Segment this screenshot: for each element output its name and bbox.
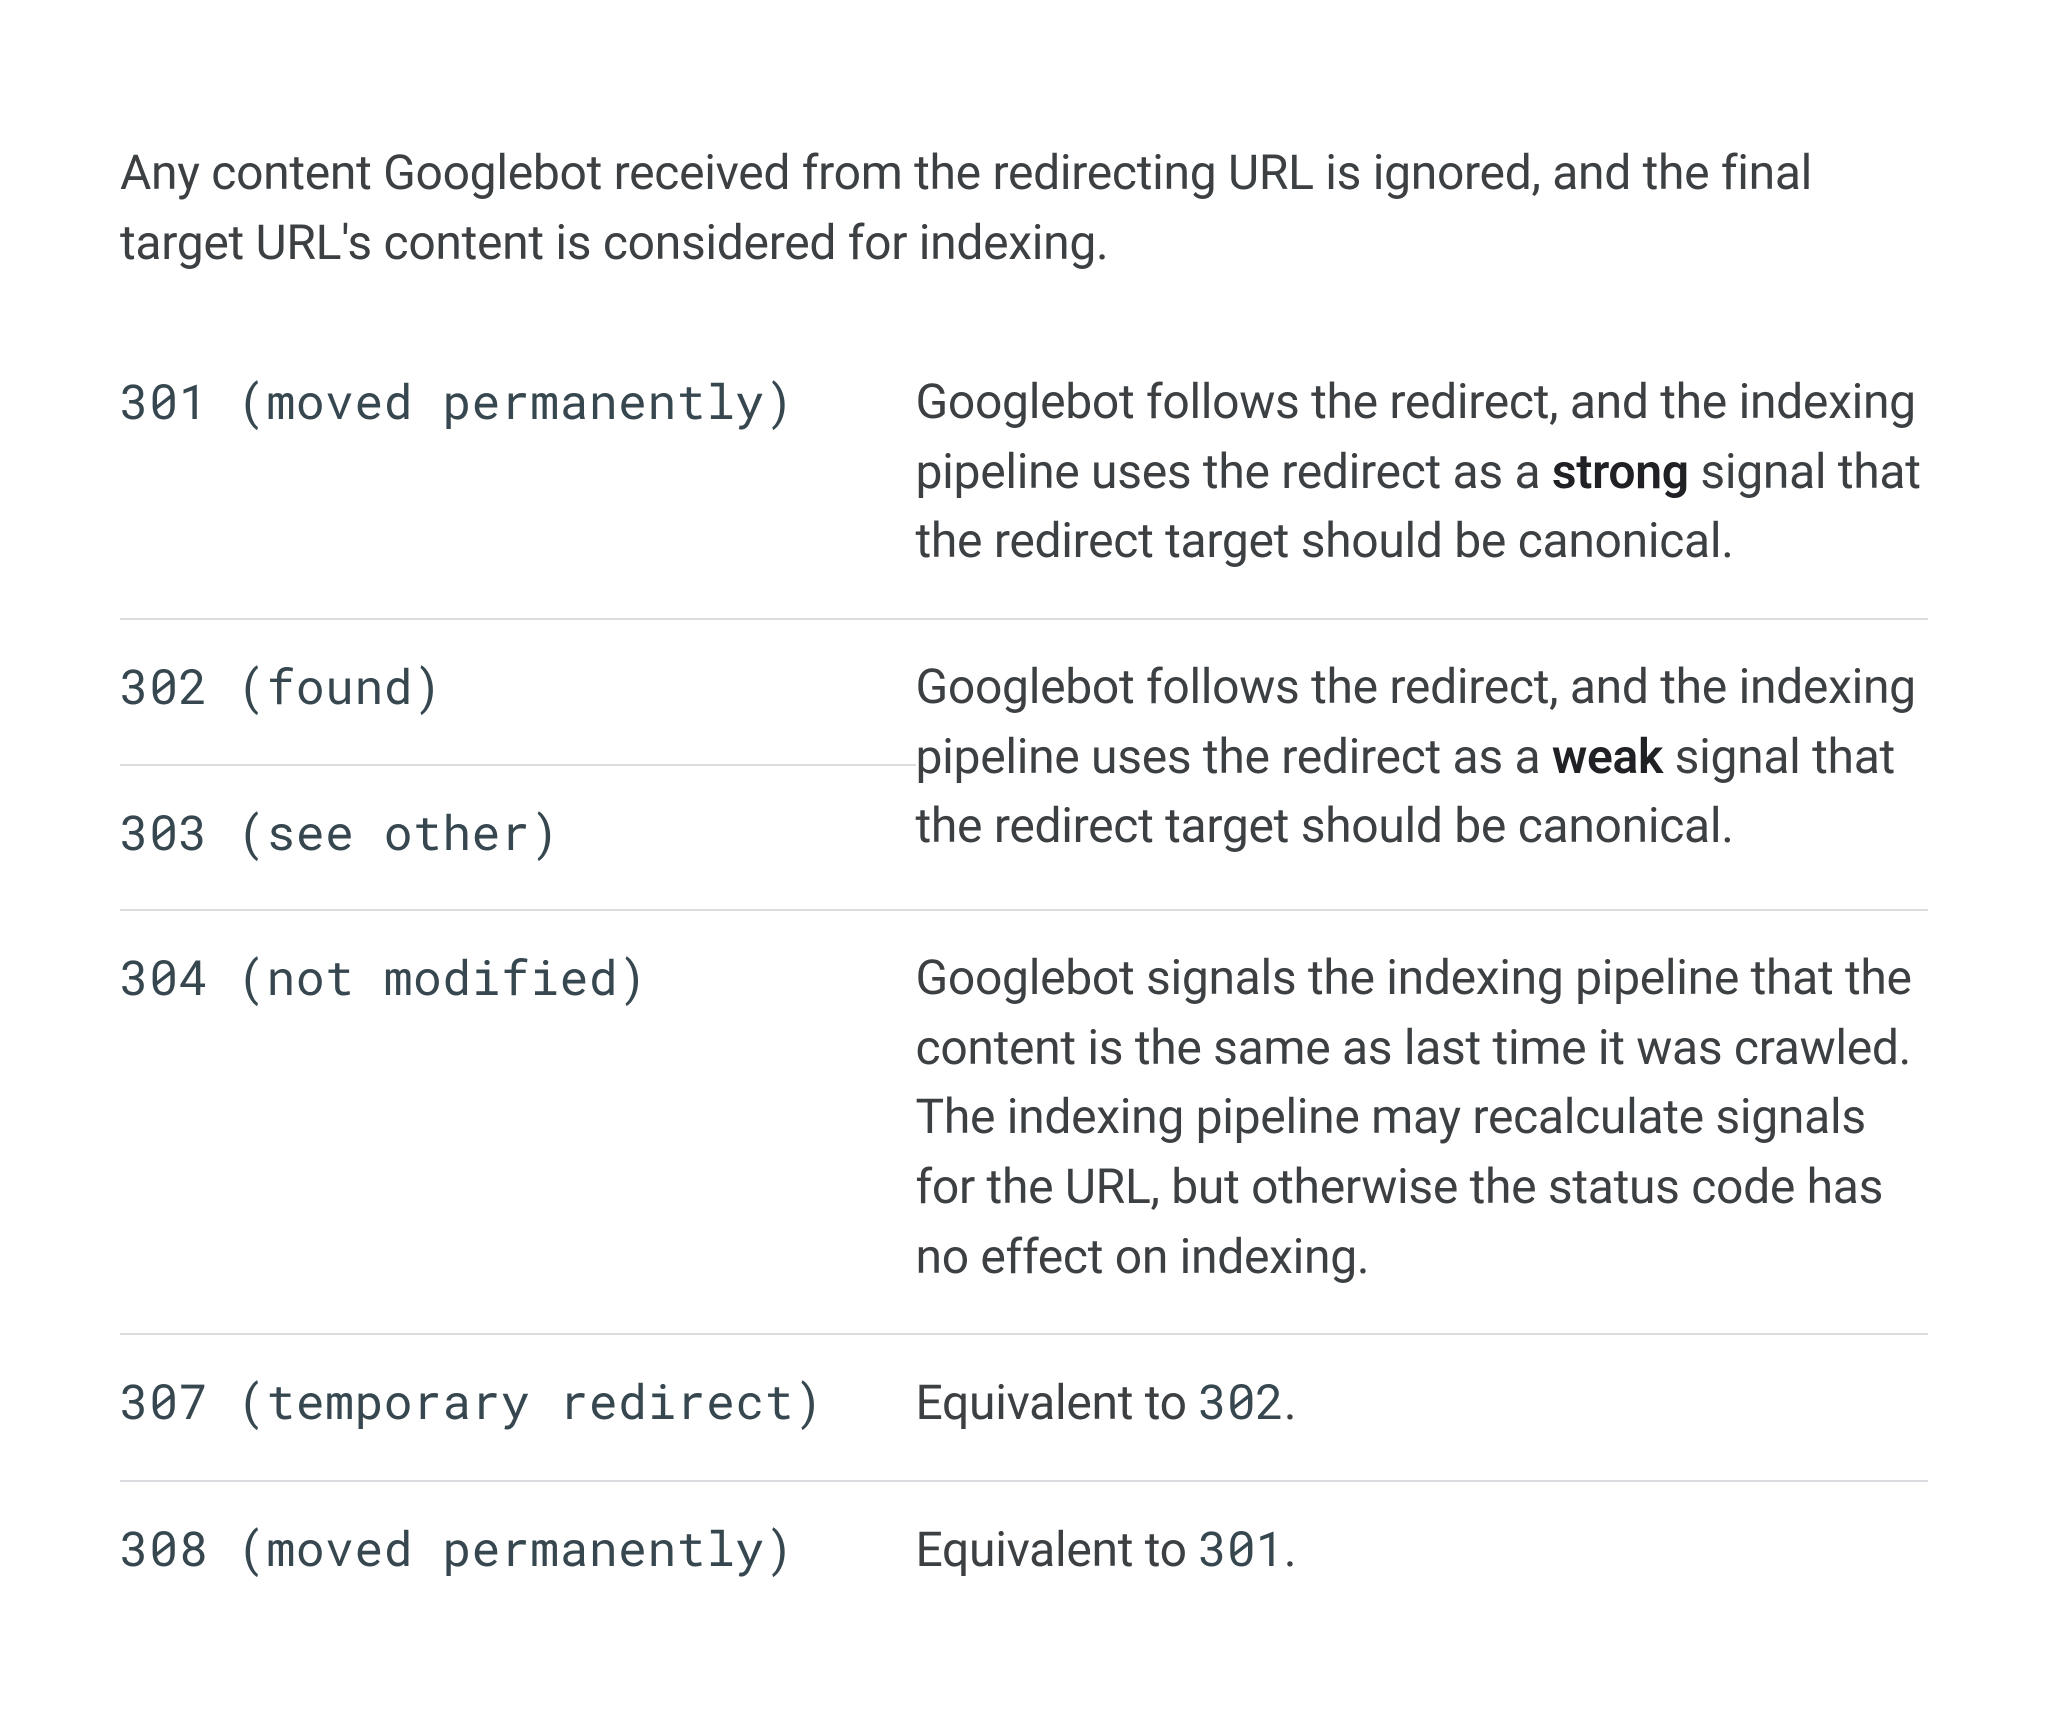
status-code-308: 308 (moved permanently) — [120, 1481, 916, 1627]
row-308: 308 (moved permanently) Equivalent to 30… — [120, 1481, 1928, 1627]
status-desc-304: Googlebot signals the indexing pipeline … — [916, 910, 1928, 1334]
status-desc-307: Equivalent to 302. — [916, 1334, 1928, 1481]
inline-code-302: 302 — [1198, 1370, 1284, 1433]
status-desc-301: Googlebot follows the redirect, and the … — [916, 335, 1928, 619]
row-307: 307 (temporary redirect) Equivalent to 3… — [120, 1334, 1928, 1481]
status-code-304: 304 (not modified) — [120, 910, 916, 1334]
status-code-table: 301 (moved permanently) Googlebot follow… — [120, 335, 1928, 1626]
row-302: 302 (found) Googlebot follows the redire… — [120, 619, 1928, 765]
text: Equivalent to — [916, 1521, 1199, 1578]
status-code-301: 301 (moved permanently) — [120, 335, 916, 619]
emphasis-weak: weak — [1552, 728, 1663, 785]
inline-code-301: 301 — [1198, 1517, 1284, 1580]
status-desc-308: Equivalent to 301. — [916, 1481, 1928, 1627]
row-301: 301 (moved permanently) Googlebot follow… — [120, 335, 1928, 619]
status-code-302: 302 (found) — [120, 619, 916, 765]
document-page: Any content Googlebot received from the … — [0, 0, 2048, 1726]
status-desc-302-303: Googlebot follows the redirect, and the … — [916, 619, 1928, 910]
text: . — [1284, 1374, 1296, 1431]
status-code-303: 303 (see other) — [120, 765, 916, 911]
emphasis-strong: strong — [1552, 443, 1689, 500]
row-304: 304 (not modified) Googlebot signals the… — [120, 910, 1928, 1334]
text: . — [1284, 1521, 1296, 1578]
status-code-307: 307 (temporary redirect) — [120, 1334, 916, 1481]
text: Equivalent to — [916, 1374, 1199, 1431]
intro-paragraph: Any content Googlebot received from the … — [120, 138, 1928, 277]
